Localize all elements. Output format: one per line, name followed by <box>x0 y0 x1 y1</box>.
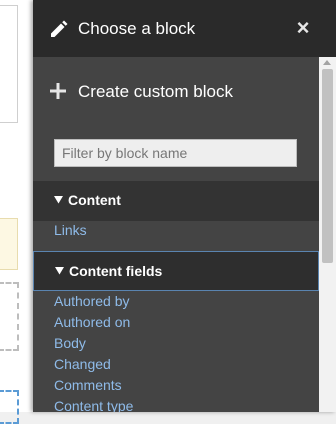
page-background <box>0 0 33 424</box>
triangle-down-icon <box>55 267 64 275</box>
background-region-placeholder <box>0 282 19 351</box>
dialog-content: Create custom block Content Links Conten… <box>33 57 319 412</box>
section-links-content-fields: Authored by Authored on Body Changed Com… <box>54 291 133 412</box>
scroll-up-arrow-icon[interactable] <box>323 60 331 65</box>
scrollbar-thumb[interactable] <box>322 69 333 263</box>
dialog-titlebar: Choose a block × <box>33 0 336 57</box>
plus-icon <box>50 83 66 99</box>
block-link-content-type[interactable]: Content type <box>54 396 133 412</box>
block-link-changed[interactable]: Changed <box>54 354 133 375</box>
block-link-links[interactable]: Links <box>54 220 87 241</box>
dialog-title: Choose a block <box>78 19 196 38</box>
choose-block-dialog: Choose a block × Create custom block Con… <box>33 0 336 412</box>
block-link-authored-on[interactable]: Authored on <box>54 312 133 333</box>
section-label: Content fields <box>69 263 163 279</box>
block-link-comments[interactable]: Comments <box>54 375 133 396</box>
background-block <box>0 5 18 123</box>
block-link-authored-by[interactable]: Authored by <box>54 291 133 312</box>
background-message <box>0 218 18 270</box>
triangle-down-icon <box>54 196 63 204</box>
section-header-content-fields[interactable]: Content fields <box>33 251 319 291</box>
background-region-placeholder-highlighted <box>0 390 19 424</box>
block-link-body[interactable]: Body <box>54 333 133 354</box>
dialog-scrollbar[interactable] <box>319 57 336 412</box>
close-button[interactable]: × <box>291 15 315 41</box>
create-custom-block-label: Create custom block <box>78 82 233 101</box>
section-header-content[interactable]: Content <box>33 181 319 221</box>
close-icon: × <box>296 15 310 40</box>
section-links-content: Links <box>54 220 87 241</box>
create-custom-block-link[interactable]: Create custom block <box>33 57 319 125</box>
pencil-icon <box>51 20 68 37</box>
section-label: Content <box>68 192 121 208</box>
filter-block-input[interactable] <box>54 139 297 167</box>
